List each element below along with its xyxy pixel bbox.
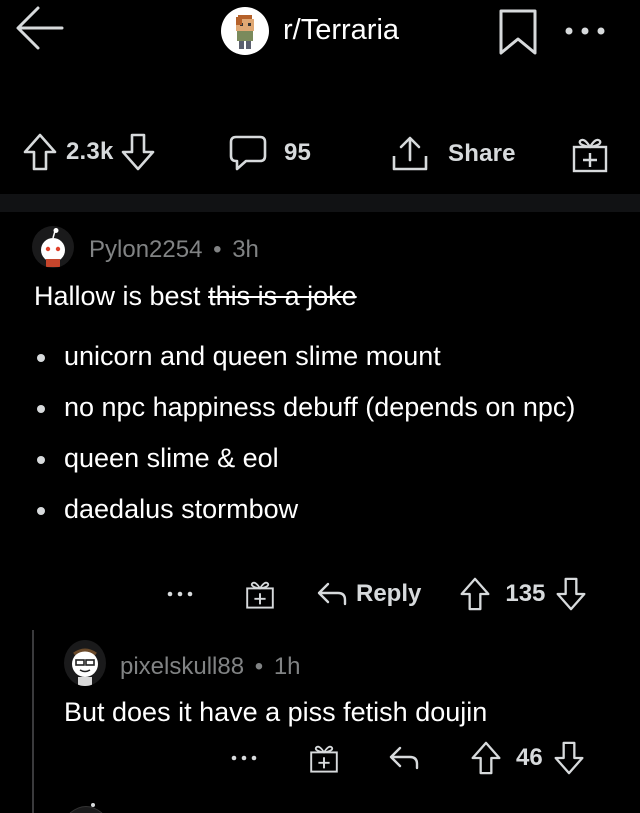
more-dots-icon[interactable] bbox=[166, 588, 196, 600]
share-label: Share bbox=[448, 140, 516, 167]
reply-icon[interactable] bbox=[388, 744, 420, 772]
reply-icon bbox=[316, 580, 348, 608]
comment-actions: 46 bbox=[230, 738, 585, 778]
upvote-icon[interactable] bbox=[459, 576, 491, 612]
award-icon[interactable] bbox=[570, 134, 610, 174]
thread-line[interactable] bbox=[32, 630, 34, 813]
downvote-icon[interactable] bbox=[120, 132, 156, 172]
more-dots-icon[interactable] bbox=[230, 752, 260, 764]
downvote-icon[interactable] bbox=[553, 740, 585, 776]
comment-age: 1h bbox=[273, 653, 301, 680]
upvote-icon[interactable] bbox=[470, 740, 502, 776]
post-action-bar: 2.3k 95 Share bbox=[0, 124, 640, 186]
subreddit-name[interactable]: r/Terraria bbox=[283, 14, 399, 47]
comment-count: 95 bbox=[284, 139, 312, 166]
avatar[interactable] bbox=[32, 226, 74, 268]
list-item: unicorn and queen slime mount bbox=[34, 338, 624, 374]
comment-text: Hallow is best bbox=[34, 281, 209, 311]
comment-bullet-list: unicorn and queen slime mount no npc hap… bbox=[34, 338, 624, 542]
comment-icon bbox=[228, 134, 268, 172]
upvote-count: 2.3k bbox=[66, 138, 114, 165]
downvote-icon[interactable] bbox=[555, 576, 587, 612]
section-divider bbox=[0, 194, 640, 212]
comments-button[interactable]: 95 bbox=[228, 134, 311, 172]
back-arrow-icon[interactable] bbox=[14, 4, 66, 52]
award-icon[interactable] bbox=[308, 742, 340, 774]
bookmark-icon[interactable] bbox=[496, 8, 540, 56]
comment-author[interactable]: pixelskull88 bbox=[120, 653, 244, 680]
meta-separator: • bbox=[213, 236, 222, 263]
list-item: queen slime & eol bbox=[34, 440, 624, 476]
upvote-icon[interactable] bbox=[22, 132, 58, 172]
comment-meta: Pylon2254 • 3h bbox=[89, 236, 259, 264]
top-bar: r/Terraria bbox=[0, 0, 640, 72]
list-item: daedalus stormbow bbox=[34, 491, 624, 527]
comment-meta: pixelskull88 • 1h bbox=[120, 653, 301, 681]
reply-button[interactable]: Reply bbox=[316, 580, 421, 608]
comment-text: But does it have a piss fetish doujin bbox=[64, 697, 488, 727]
award-icon[interactable] bbox=[244, 578, 276, 610]
comment-age: 3h bbox=[232, 236, 259, 263]
vote-group: 2.3k bbox=[22, 132, 156, 172]
comment-score: 46 bbox=[516, 744, 543, 771]
subreddit-avatar[interactable] bbox=[221, 7, 269, 55]
list-item: no npc happiness debuff (depends on npc) bbox=[34, 389, 624, 425]
comment-score: 135 bbox=[505, 580, 546, 607]
share-icon bbox=[390, 134, 430, 174]
reply-label: Reply bbox=[356, 580, 422, 607]
comment-author[interactable]: Pylon2254 bbox=[89, 236, 202, 263]
avatar[interactable] bbox=[64, 640, 106, 686]
comment-actions: Reply 135 bbox=[166, 574, 587, 614]
comment-body: Hallow is best this is a joke bbox=[34, 280, 357, 313]
share-button[interactable]: Share bbox=[390, 134, 516, 174]
struck-text: this is a joke bbox=[208, 281, 357, 311]
avatar[interactable] bbox=[66, 800, 106, 813]
meta-separator: • bbox=[254, 653, 264, 680]
more-dots-icon[interactable] bbox=[560, 14, 610, 44]
